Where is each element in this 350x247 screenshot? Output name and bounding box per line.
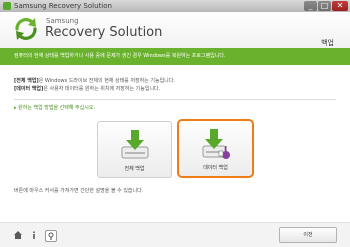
app-header: Samsung Recovery Solution 백업	[0, 12, 350, 48]
full-backup-button[interactable]: 전체 백업	[97, 121, 172, 178]
info-data-desc: 은 사용자 데이터를 원하는 위치에 저장하는 기능입니다.	[43, 86, 161, 92]
app-window: Samsung Recovery Solution _ □ ✕ Samsung …	[0, 0, 350, 247]
backup-info: [전체 백업]은 Windows 드라이브 전체의 현재 상태를 저장하는 기능…	[14, 77, 175, 93]
brand-samsung: Samsung	[46, 17, 79, 25]
banner-text: 컴퓨터의 현재 상태를 백업하거나 사용 중에 문제가 생긴 경우 Window…	[14, 53, 226, 59]
full-backup-icon	[121, 130, 148, 159]
data-backup-button[interactable]: 데이터 백업	[177, 119, 254, 178]
home-icon[interactable]	[13, 230, 23, 240]
recovery-logo-icon	[15, 18, 37, 40]
title-bar: Samsung Recovery Solution _ □ ✕	[0, 0, 350, 12]
hint-text: 버튼에 마우스 커서를 가져가면 간단한 설명을 볼 수 있습니다.	[14, 188, 144, 194]
tools-icon[interactable]	[45, 230, 57, 242]
info-line-full: [전체 백업]은 Windows 드라이브 전체의 현재 상태를 저장하는 기능…	[14, 77, 175, 85]
info-full-label: [전체 백업]	[14, 78, 39, 84]
footer-bar: 이전	[0, 222, 350, 247]
full-backup-label: 전체 백업	[124, 166, 145, 172]
divider	[14, 99, 336, 100]
minimize-button[interactable]: _	[304, 1, 317, 11]
info-full-desc: 은 Windows 드라이브 전체의 현재 상태를 저장하는 기능입니다.	[38, 78, 175, 84]
info-line-data: [데이터 백업]은 사용자 데이터를 원하는 위치에 저장하는 기능입니다.	[14, 85, 175, 93]
window-title: Samsung Recovery Solution	[14, 2, 112, 10]
description-banner: 컴퓨터의 현재 상태를 백업하거나 사용 중에 문제가 생긴 경우 Window…	[0, 48, 350, 65]
app-icon	[3, 2, 11, 10]
page-title: 백업	[321, 39, 334, 47]
data-backup-icon	[202, 129, 230, 159]
instruction-text: ▸ 원하는 백업 방법을 선택해 주십시오.	[14, 105, 96, 111]
info-icon[interactable]	[29, 230, 39, 240]
window-controls: _ □ ✕	[303, 1, 348, 11]
previous-button[interactable]: 이전	[279, 227, 337, 243]
maximize-button[interactable]: □	[318, 1, 331, 11]
brand-product-name: Recovery Solution	[45, 25, 163, 40]
data-backup-label: 데이터 백업	[203, 165, 228, 171]
close-button[interactable]: ✕	[332, 1, 348, 11]
info-data-label: [데이터 백업]	[14, 86, 44, 92]
